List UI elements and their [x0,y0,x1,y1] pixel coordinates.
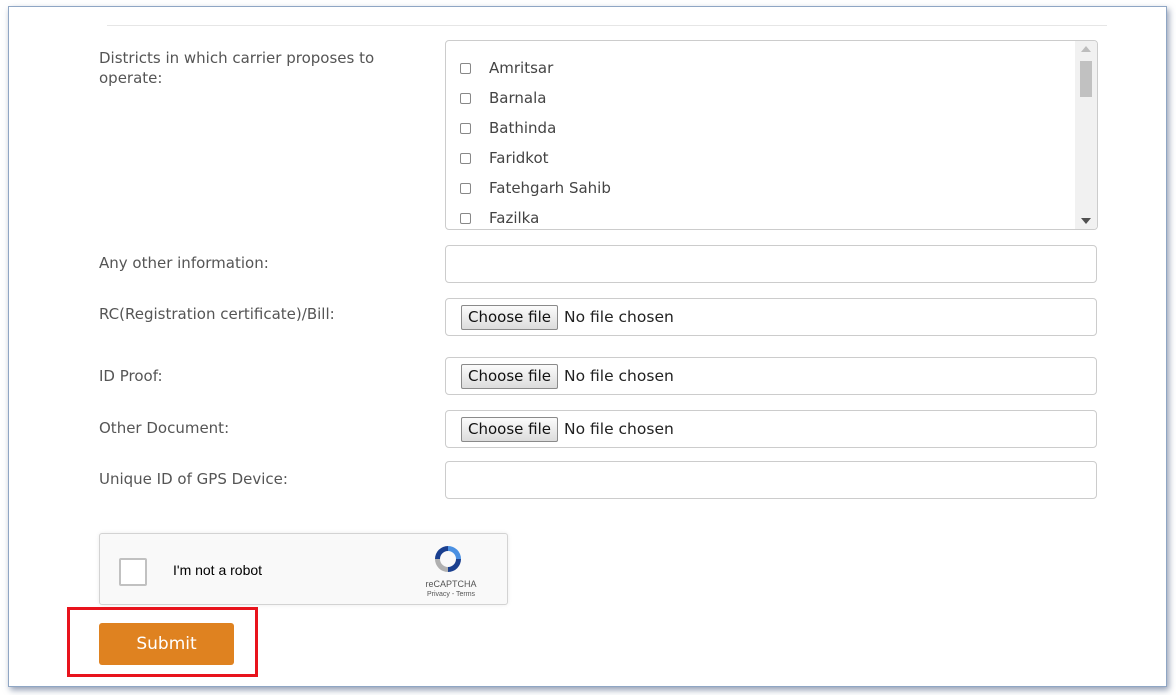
districts-label: Districts in which carrier proposes to o… [99,49,375,87]
district-checkbox[interactable] [460,62,471,74]
district-label: Amritsar [489,59,554,77]
district-label: Bathinda [489,119,557,137]
captcha-privacy-terms-links[interactable]: Privacy - Terms [412,591,490,598]
other-document-file-status: No file chosen [564,420,674,438]
gps-id-label: Unique ID of GPS Device: [99,470,288,488]
list-item[interactable]: Fatehgarh Sahib [446,173,1097,203]
district-checkbox[interactable] [460,182,471,194]
other-document-label: Other Document: [99,419,230,437]
other-info-input[interactable] [445,245,1097,283]
recaptcha-logo-icon [435,546,461,572]
districts-listbox[interactable]: Amritsar Barnala Bathinda Faridkot Fateh… [445,40,1098,230]
district-checkbox[interactable] [460,152,471,164]
id-proof-choose-file-button[interactable]: Choose file [461,363,558,389]
captcha-checkbox[interactable] [119,558,147,586]
captcha-brand: reCAPTCHA [425,579,477,589]
other-info-label: Any other information: [99,254,269,272]
submit-button[interactable]: Submit [99,623,234,665]
id-proof-file-status: No file chosen [564,367,674,385]
list-item[interactable]: Bathinda [446,113,1097,143]
district-checkbox[interactable] [460,92,471,104]
other-document-choose-file-button[interactable]: Choose file [461,416,558,442]
rc-file-status: No file chosen [564,308,674,326]
rc-label: RC(Registration certificate)/Bill: [99,305,335,323]
list-item[interactable]: Fazilka [446,203,1097,229]
rc-choose-file-button[interactable]: Choose file [461,304,558,330]
list-item[interactable]: Barnala [446,83,1097,113]
list-item[interactable]: Amritsar [446,53,1097,83]
district-checkbox[interactable] [460,122,471,134]
id-proof-label: ID Proof: [99,367,163,385]
listbox-scrollbar[interactable] [1075,41,1097,229]
list-item[interactable]: Faridkot [446,143,1097,173]
captcha-label: I'm not a robot [173,562,263,578]
district-label: Faridkot [489,149,549,167]
top-divider [107,25,1107,26]
scroll-down-arrow-icon[interactable] [1081,218,1091,224]
gps-id-input[interactable] [445,461,1097,499]
district-label: Barnala [489,89,547,107]
other-document-file-input[interactable]: Choose file No file chosen [445,410,1097,448]
scroll-up-arrow-icon[interactable] [1081,46,1091,52]
id-proof-file-input[interactable]: Choose file No file chosen [445,357,1097,395]
recaptcha-widget: I'm not a robot reCAPTCHA Privacy - Term… [99,533,508,605]
district-label: Fazilka [489,209,540,227]
scroll-thumb[interactable] [1080,61,1092,97]
district-label: Fatehgarh Sahib [489,179,611,197]
rc-file-input[interactable]: Choose file No file chosen [445,298,1097,336]
district-checkbox[interactable] [460,212,471,224]
